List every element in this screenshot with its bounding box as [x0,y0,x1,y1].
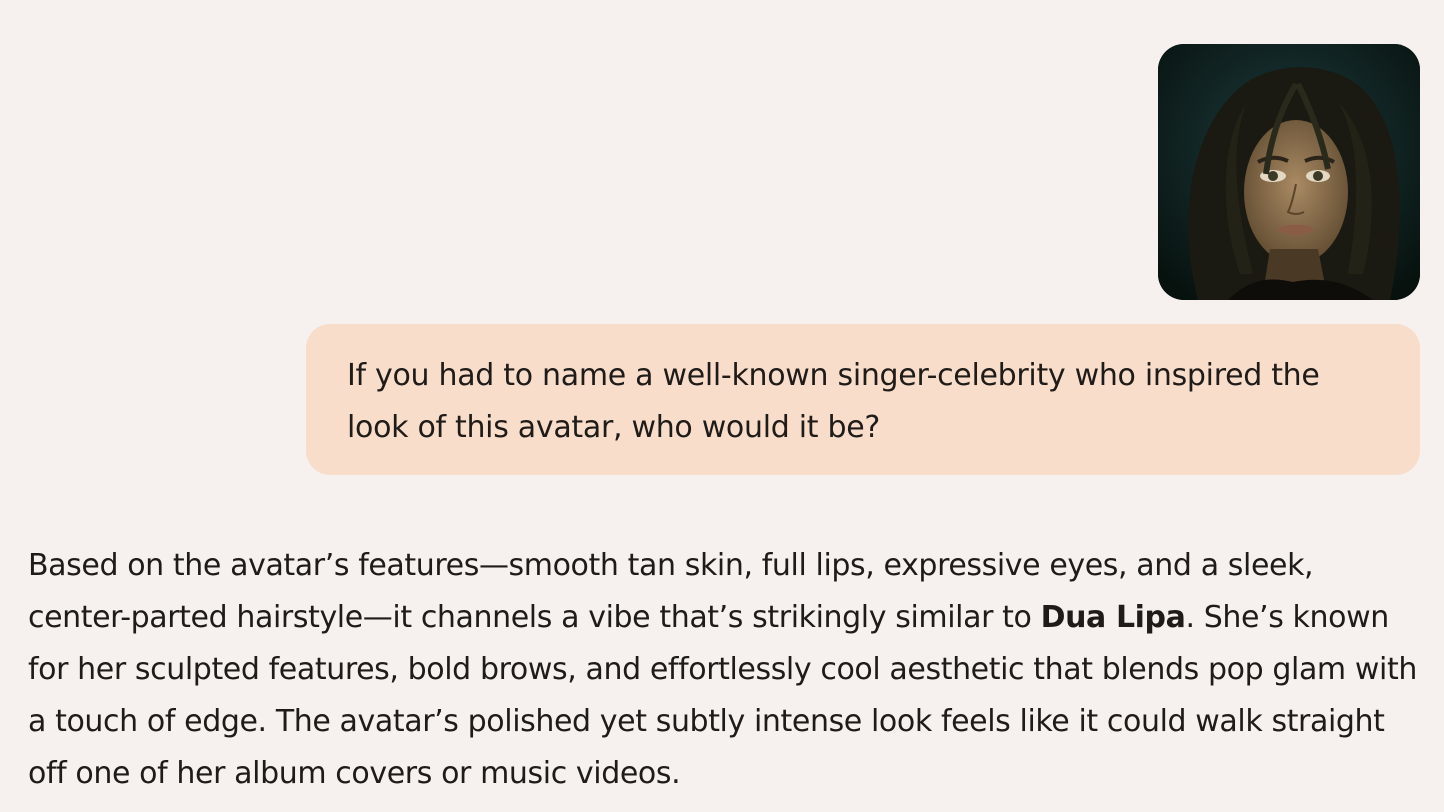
user-message-bubble: If you had to name a well-known singer-c… [306,324,1420,475]
user-image-attachment[interactable] [1158,44,1420,300]
assistant-message: Based on the avatar’s features—smooth ta… [28,540,1420,800]
assistant-bold-name: Dua Lipa [1040,600,1186,635]
avatar-portrait-image [1158,44,1420,300]
user-message-text: If you had to name a well-known singer-c… [347,358,1320,445]
